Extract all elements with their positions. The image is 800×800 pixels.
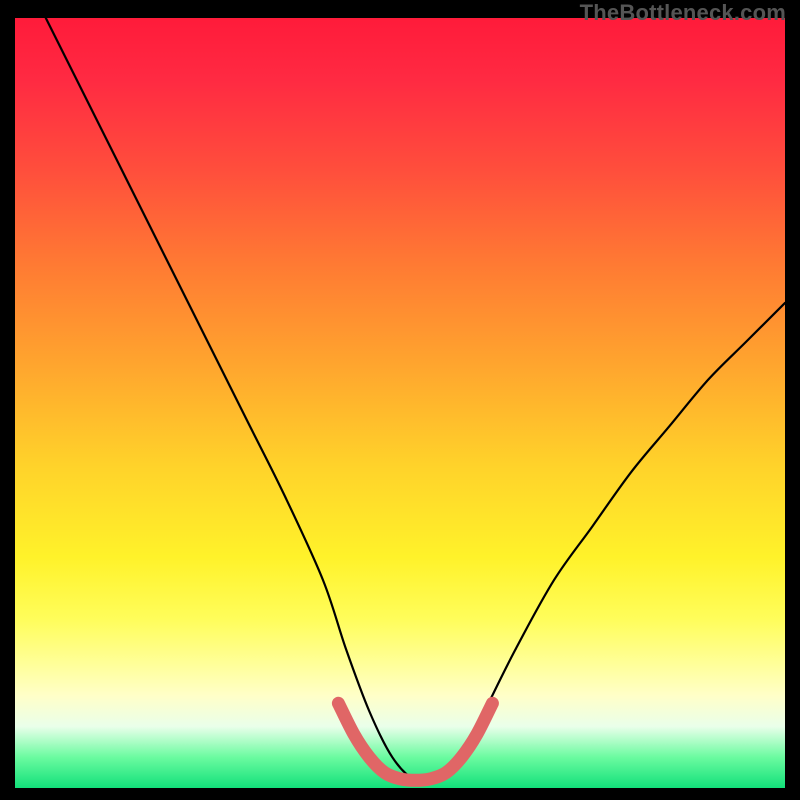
bottleneck-curve-path: [46, 18, 785, 783]
chart-frame: TheBottleneck.com: [0, 0, 800, 800]
chart-lines: [15, 18, 785, 788]
watermark-text: TheBottleneck.com: [580, 0, 786, 26]
chart-plot-area: [15, 18, 785, 788]
sweet-spot-band-path: [338, 703, 492, 780]
